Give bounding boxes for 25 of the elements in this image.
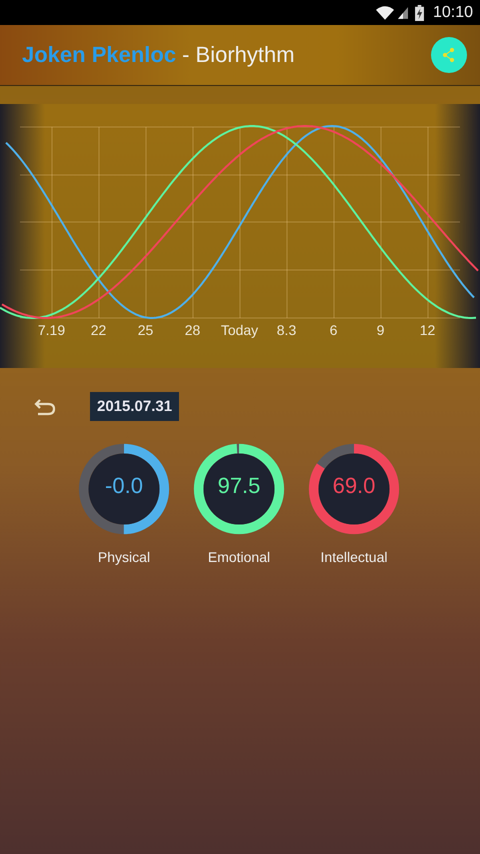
share-button[interactable] (431, 37, 467, 73)
gauge-value: 97.5 (216, 473, 262, 499)
axis-label: 12 (418, 322, 436, 338)
axis-label: 22 (90, 322, 108, 338)
axis-label: 8.3 (276, 322, 298, 338)
share-icon (441, 47, 457, 63)
wifi-icon (376, 6, 394, 20)
app-title: - Biorhythm (182, 42, 295, 68)
signal-icon (398, 6, 408, 18)
gauge-value: -0.0 (104, 473, 144, 499)
undo-icon[interactable] (34, 398, 56, 416)
status-time: 10:10 (432, 4, 473, 22)
gauge-label: Physical (98, 549, 150, 565)
axis-label: 7.19 (36, 322, 66, 338)
axis-label: 25 (136, 322, 154, 338)
battery-icon (414, 4, 424, 20)
gauge-value: 69.0 (332, 473, 376, 499)
axis-label: 28 (184, 322, 202, 338)
axis-label: 6 (328, 322, 338, 338)
date-label[interactable]: 2015.07.31 (90, 392, 180, 421)
axis-label: Today (220, 322, 260, 338)
axis-label: 9 (376, 322, 386, 338)
user-name: Joken Pkenloc (22, 42, 176, 68)
gauge-label: Intellectual (320, 549, 388, 565)
gauge-label: Emotional (208, 549, 270, 565)
